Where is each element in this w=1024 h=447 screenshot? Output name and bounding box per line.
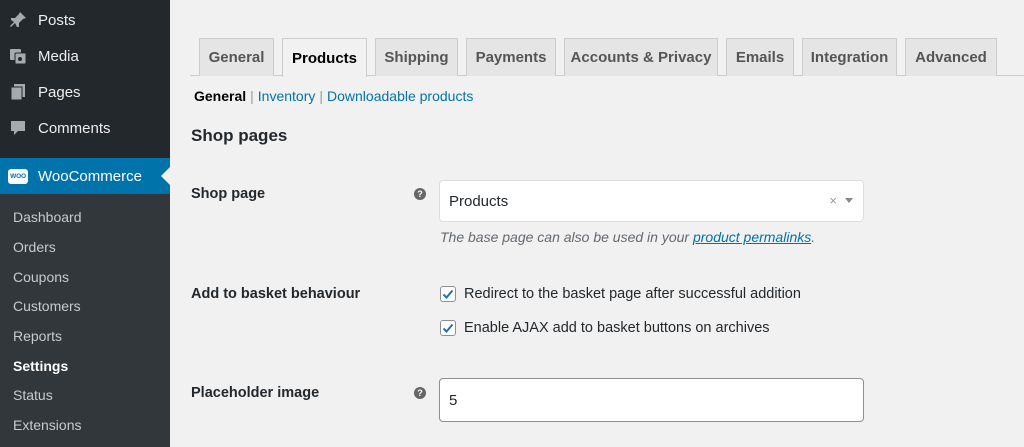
placeholder-image-label: Placeholder image <box>191 385 320 401</box>
menu-item-woocommerce[interactable]: WOO WooCommerce <box>0 158 170 194</box>
help-icon[interactable]: ? <box>414 387 426 399</box>
submenu-status[interactable]: Status <box>13 387 53 403</box>
product-permalinks-link[interactable]: product permalinks <box>693 229 811 245</box>
menu-item-posts[interactable]: Posts <box>0 2 170 38</box>
submenu-coupons[interactable]: Coupons <box>13 269 69 285</box>
ajax-option-label: Enable AJAX add to basket buttons on arc… <box>464 320 770 336</box>
shop-page-label: Shop page <box>191 186 266 202</box>
menu-label: Pages <box>38 83 81 101</box>
tab-accounts-privacy[interactable]: Accounts & Privacy <box>564 38 718 76</box>
submenu-dashboard[interactable]: Dashboard <box>13 209 82 225</box>
woocommerce-icon: WOO <box>8 166 28 186</box>
clear-icon[interactable]: × <box>829 193 837 208</box>
shop-page-select[interactable]: Products × <box>439 180 864 222</box>
subnav-link-downloadable[interactable]: Downloadable products <box>327 88 473 104</box>
tab-advanced[interactable]: Advanced <box>905 38 997 76</box>
pin-icon <box>8 10 28 30</box>
media-icon <box>8 46 28 66</box>
shop-page-value: Products <box>449 192 509 210</box>
subnav-current-general: General <box>194 88 247 104</box>
submenu-reports[interactable]: Reports <box>13 328 62 344</box>
redirect-option-label: Redirect to the basket page after succes… <box>464 286 801 302</box>
shop-page-description: The base page can also be used in your p… <box>440 229 815 245</box>
woo-badge: WOO <box>8 168 28 184</box>
section-subnav: General | Inventory | Downloadable produ… <box>194 88 473 104</box>
redirect-checkbox[interactable] <box>440 286 456 302</box>
basket-behaviour-label: Add to basket behaviour <box>191 286 361 302</box>
description-suffix: . <box>811 229 816 245</box>
submenu-extensions[interactable]: Extensions <box>13 417 81 433</box>
menu-label: Media <box>38 47 79 65</box>
subnav-separator: | <box>319 88 324 104</box>
comment-icon <box>8 118 28 138</box>
submenu-orders[interactable]: Orders <box>13 239 56 255</box>
tab-integration[interactable]: Integration <box>802 38 897 76</box>
dropdown-arrow-icon[interactable] <box>845 198 853 203</box>
woocommerce-submenu: Dashboard Orders Coupons Customers Repor… <box>0 194 170 447</box>
menu-item-comments[interactable]: Comments <box>0 110 170 146</box>
subnav-separator: | <box>250 88 254 104</box>
tab-shipping[interactable]: Shipping <box>375 38 458 76</box>
menu-label: WooCommerce <box>38 167 142 185</box>
section-title: Shop pages <box>191 126 288 145</box>
menu-item-pages[interactable]: Pages <box>0 74 170 110</box>
tab-emails[interactable]: Emails <box>726 38 794 76</box>
ajax-checkbox[interactable] <box>440 320 456 336</box>
menu-label: Comments <box>38 119 111 137</box>
ajax-option: Enable AJAX add to basket buttons on arc… <box>440 320 770 336</box>
admin-sidebar: Posts Media Pages Comments WOO WooCommer… <box>0 0 170 447</box>
tab-products[interactable]: Products <box>282 38 367 77</box>
subnav-link-inventory[interactable]: Inventory <box>258 88 316 104</box>
tab-payments[interactable]: Payments <box>466 38 556 76</box>
description-text: The base page can also be used in your <box>440 229 693 245</box>
tab-general[interactable]: General <box>199 38 274 76</box>
checkmark-icon <box>442 289 454 299</box>
placeholder-image-input[interactable] <box>439 378 864 422</box>
redirect-option: Redirect to the basket page after succes… <box>440 286 801 302</box>
menu-item-media[interactable]: Media <box>0 38 170 74</box>
submenu-settings[interactable]: Settings <box>13 358 68 374</box>
checkmark-icon <box>442 323 454 333</box>
submenu-customers[interactable]: Customers <box>13 298 81 314</box>
help-icon[interactable]: ? <box>414 188 426 200</box>
pages-icon <box>8 82 28 102</box>
menu-label: Posts <box>38 11 76 29</box>
